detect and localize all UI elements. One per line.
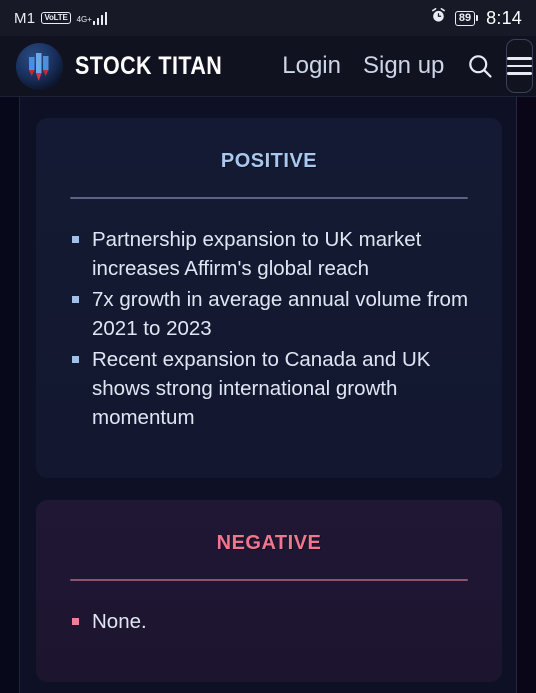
negative-card-title: Negative [216, 524, 322, 556]
content-edge-right [516, 36, 517, 693]
page-content: Positive Partnership expansion to UK mar… [20, 97, 516, 693]
login-link[interactable]: Login [282, 52, 341, 80]
list-item: Partnership expansion to UK market incre… [70, 225, 472, 283]
brand-logo-link[interactable]: STOCK TITAN [16, 42, 246, 90]
battery-tip [476, 15, 479, 21]
positive-card-divider [70, 197, 468, 199]
phone-screen: M1 VoLTE 4G+ 89 8:14 STOCK TITAN Login S… [0, 0, 536, 693]
positive-card: Positive Partnership expansion to UK mar… [36, 118, 502, 478]
hamburger-menu-button[interactable] [506, 39, 534, 93]
positive-card-title: Positive [220, 142, 318, 174]
clock-label: 8:14 [486, 7, 522, 28]
battery-percent-label: 89 [454, 10, 476, 26]
status-bar-right: 89 8:14 [430, 7, 522, 29]
page-gutter-right [516, 36, 536, 693]
search-icon [469, 55, 492, 78]
hamburger-menu-icon [507, 72, 533, 75]
hamburger-menu-icon [507, 64, 533, 68]
stock-titan-logo-icon [16, 42, 63, 90]
page-gutter-left [0, 36, 20, 693]
list-item: 7x growth in average annual volume from … [70, 285, 472, 343]
app-header: STOCK TITAN Login Sign up [0, 36, 536, 97]
alarm-clock-icon [430, 7, 447, 29]
status-bar: M1 VoLTE 4G+ 89 8:14 [0, 0, 536, 36]
list-item: Recent expansion to Canada and UK shows … [70, 345, 472, 432]
status-bar-left: M1 VoLTE 4G+ [14, 9, 108, 27]
battery-indicator: 89 [454, 10, 479, 26]
list-item: None. [70, 607, 472, 636]
search-button[interactable] [466, 49, 494, 83]
hamburger-menu-icon [507, 57, 533, 60]
negative-card-divider [70, 579, 468, 581]
positive-bullet-list: Partnership expansion to UK market incre… [70, 225, 472, 432]
signal-indicator: 4G+ [76, 11, 108, 25]
signal-bars-icon [92, 11, 108, 25]
negative-bullet-list: None. [70, 607, 472, 636]
volte-badge: VoLTE [41, 12, 71, 24]
header-nav-links: Login Sign up [282, 52, 444, 80]
network-type-label: 4G+ [76, 14, 92, 24]
signup-link[interactable]: Sign up [363, 52, 444, 80]
brand-name-label: STOCK TITAN [75, 51, 223, 80]
carrier-label: M1 [14, 9, 36, 27]
negative-card: Negative None. [36, 500, 502, 682]
